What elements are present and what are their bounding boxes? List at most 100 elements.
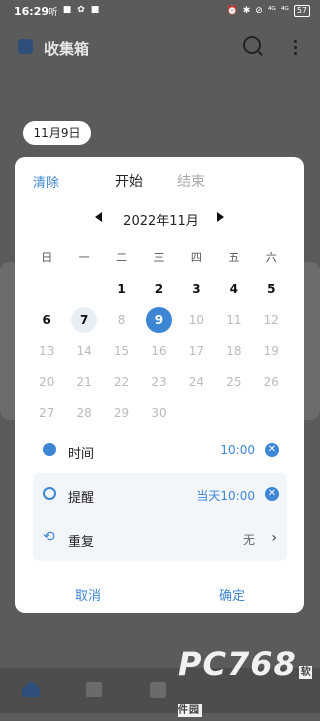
- weekday-label: 五: [228, 251, 240, 264]
- reminder-row[interactable]: 提醒 当天10:00 ✕: [33, 473, 287, 517]
- calendar-day[interactable]: 9: [140, 304, 177, 335]
- calendar-day-number: [34, 276, 60, 302]
- calendar-day[interactable]: 11: [215, 304, 252, 335]
- status-right-icons: ⏰ ✱ ⊘ ⁴ᴳ ⁴ᴳ 57: [226, 5, 310, 17]
- calendar-day[interactable]: 21: [65, 366, 102, 397]
- calendar-day-number: 10: [188, 312, 205, 327]
- calendar-day[interactable]: 2: [140, 273, 177, 304]
- calendar-day[interactable]: 29: [103, 397, 140, 428]
- calendar-day-number: 22: [113, 374, 130, 389]
- signal-icon: ⁴ᴳ: [280, 6, 289, 16]
- cancel-button[interactable]: 取消: [75, 585, 101, 604]
- calendar-icon[interactable]: [86, 682, 102, 697]
- clock-icon: [43, 443, 56, 456]
- calendar-day[interactable]: 25: [215, 366, 252, 397]
- tab-end[interactable]: 结束: [177, 171, 205, 191]
- alarm-status-icon: ⏰: [226, 6, 238, 16]
- calendar-day-number: 27: [39, 405, 55, 420]
- status-bar: 16:29 听 ■ ✿ ■ ⏰ ✱ ⊘ ⁴ᴳ ⁴ᴳ 57: [0, 0, 320, 24]
- calendar-day-number: 26: [263, 374, 279, 389]
- tab-start[interactable]: 开始: [115, 171, 143, 191]
- mute-icon: ⊘: [255, 6, 263, 16]
- clear-reminder-icon[interactable]: ✕: [265, 487, 279, 501]
- calendar-day-number: 9: [145, 306, 172, 333]
- bluetooth-icon: ✱: [242, 6, 251, 16]
- calendar-day-number: 21: [76, 374, 92, 389]
- calendar-day-number: 11: [226, 312, 242, 327]
- calendar-day[interactable]: 22: [103, 366, 140, 397]
- calendar-day-number: 28: [76, 405, 92, 420]
- notification-icon: ■: [90, 5, 100, 15]
- clear-button[interactable]: 清除: [33, 172, 59, 191]
- page-title: 收集箱: [44, 40, 90, 58]
- calendar-day[interactable]: 14: [65, 335, 102, 366]
- clear-time-icon[interactable]: ✕: [265, 443, 279, 457]
- calendar-day-number: 29: [113, 405, 130, 420]
- calendar-day-number: 4: [229, 281, 239, 296]
- calendar-day[interactable]: 1: [103, 273, 140, 304]
- weekday-header: 日 一 二 三 四 五 六: [28, 249, 290, 265]
- calendar-day[interactable]: 4: [215, 273, 252, 304]
- dialog-actions: 取消 确定: [15, 577, 304, 607]
- month-label: 2022年11月: [123, 214, 199, 229]
- prev-month-icon[interactable]: [95, 212, 102, 222]
- calendar-day-number: 20: [39, 374, 55, 389]
- grid-icon[interactable]: [150, 682, 166, 698]
- home-icon[interactable]: [22, 681, 40, 697]
- calendar-day[interactable]: 12: [253, 304, 290, 335]
- more-options-icon[interactable]: [294, 40, 298, 55]
- repeat-row[interactable]: ⟲ 重复 无 ›: [33, 517, 287, 561]
- chevron-right-icon: ›: [271, 530, 277, 546]
- app-bar: 收集箱: [0, 24, 320, 72]
- calendar-day-number: 15: [113, 343, 130, 358]
- calendar-day[interactable]: 17: [178, 335, 215, 366]
- date-picker-dialog: 清除 开始 结束 2022年11月 日 一 二 三 四 五 六 12345678…: [15, 157, 304, 613]
- calendar-day[interactable]: 3: [178, 273, 215, 304]
- weekday-label: 四: [190, 251, 202, 264]
- inbox-icon: [18, 39, 33, 54]
- date-chip[interactable]: 11月9日: [23, 121, 91, 145]
- calendar-day[interactable]: 13: [28, 335, 65, 366]
- time-label: 时间: [68, 447, 95, 462]
- reminder-label: 提醒: [68, 491, 95, 506]
- calendar-day-number: 14: [76, 343, 92, 358]
- calendar-day[interactable]: 5: [253, 273, 290, 304]
- notification-icon: ■: [62, 5, 72, 15]
- search-icon[interactable]: [243, 36, 261, 54]
- weekday-label: 三: [153, 251, 165, 264]
- calendar-day[interactable]: 28: [65, 397, 102, 428]
- calendar-day[interactable]: 27: [28, 397, 65, 428]
- calendar-day[interactable]: 6: [28, 304, 65, 335]
- calendar-day[interactable]: 8: [103, 304, 140, 335]
- calendar-day[interactable]: 26: [253, 366, 290, 397]
- calendar-day[interactable]: 18: [215, 335, 252, 366]
- calendar-day[interactable]: 10: [178, 304, 215, 335]
- confirm-button[interactable]: 确定: [219, 585, 245, 604]
- calendar-day[interactable]: 23: [140, 366, 177, 397]
- calendar-day[interactable]: 16: [140, 335, 177, 366]
- next-month-icon[interactable]: [217, 212, 224, 222]
- calendar-day-number: 18: [226, 343, 242, 358]
- weekday-label: 一: [78, 251, 90, 264]
- calendar-day-number: 17: [188, 343, 205, 358]
- calendar-day[interactable]: 24: [178, 366, 215, 397]
- watermark-text: PC768: [178, 645, 297, 683]
- calendar-day-number: 23: [151, 374, 167, 389]
- repeat-icon: ⟲: [43, 529, 55, 545]
- calendar-day[interactable]: 7: [65, 304, 102, 335]
- calendar-day-number: 6: [42, 312, 51, 327]
- alarm-icon: [43, 487, 56, 500]
- calendar-day[interactable]: 30: [140, 397, 177, 428]
- calendar-day[interactable]: 20: [28, 366, 65, 397]
- time-row[interactable]: 时间 10:00 ✕: [33, 429, 287, 473]
- time-value: 10:00: [220, 443, 255, 457]
- calendar-day[interactable]: 19: [253, 335, 290, 366]
- dialog-tabs: 清除 开始 结束: [15, 157, 304, 201]
- calendar-day[interactable]: 15: [103, 335, 140, 366]
- calendar-day-number: 3: [192, 281, 201, 296]
- status-left-icons: 听 ■ ✿ ■: [48, 5, 100, 18]
- reminder-value: 当天10:00: [196, 489, 255, 503]
- calendar-day-number: 1: [117, 281, 126, 296]
- battery-icon: 57: [293, 5, 310, 17]
- status-time: 16:29: [14, 5, 50, 18]
